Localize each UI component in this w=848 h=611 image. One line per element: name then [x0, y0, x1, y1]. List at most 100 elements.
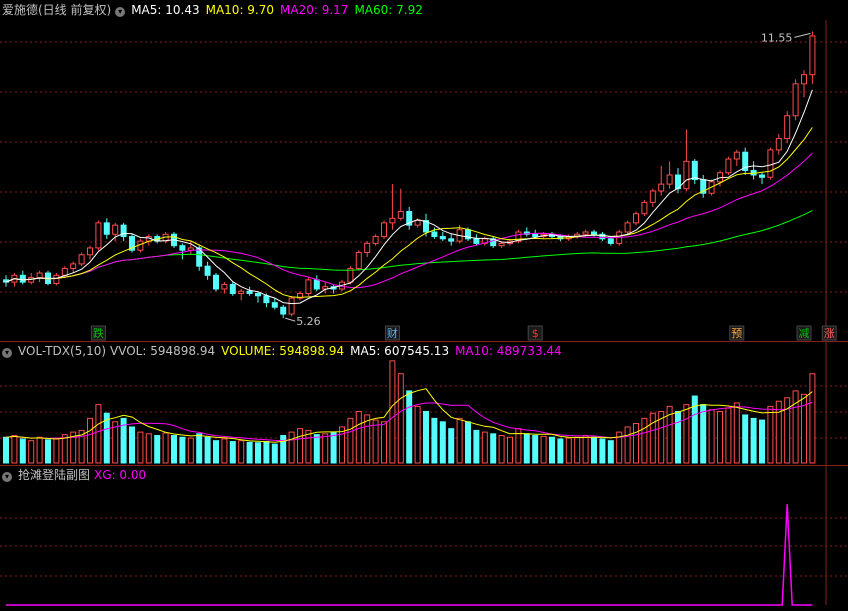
volume-bar-43 — [364, 414, 371, 464]
volume-bar-7 — [61, 434, 68, 464]
event-badge-label-4: 减 — [799, 327, 810, 340]
candle-body-86 — [725, 158, 732, 174]
volume-bar-85 — [717, 411, 723, 464]
candle-body-14 — [120, 224, 127, 238]
candle-body-32 — [271, 302, 278, 308]
candle-body-43 — [364, 242, 371, 254]
candle-body-91 — [767, 149, 774, 178]
candle-body-31 — [263, 295, 270, 304]
candle-body-11 — [95, 222, 102, 249]
ma5-value: MA5: 10.43 — [131, 3, 200, 17]
volume-bar-60 — [507, 436, 513, 464]
volume-bar-62 — [523, 433, 530, 464]
volume-value: VOLUME: 594898.94 — [221, 344, 345, 358]
volume-bar-13 — [112, 421, 119, 464]
volume-bar-66 — [557, 438, 564, 464]
candle-body-33 — [280, 306, 287, 315]
candle-body-12 — [103, 222, 110, 235]
candle-body-74 — [624, 222, 631, 233]
candle-body-34 — [288, 297, 295, 315]
volume-dropdown-icon[interactable]: ▾ — [2, 348, 12, 358]
candle-body-93 — [784, 115, 791, 140]
volume-bar-28 — [238, 440, 245, 464]
volume-bar-74 — [624, 426, 631, 464]
candle-body-28 — [238, 290, 245, 295]
volume-bar-6 — [53, 437, 60, 464]
volume-bar-55 — [465, 421, 471, 464]
candle-body-7 — [61, 267, 68, 276]
volume-bar-38 — [322, 433, 329, 464]
volume-indicator-name: VOL-TDX(5,10) — [18, 344, 107, 358]
high-marker-arrow — [794, 32, 811, 38]
volume-bar-57 — [481, 431, 488, 464]
candle-body-37 — [313, 279, 320, 290]
candle-body-94 — [792, 83, 799, 117]
volume-bar-1 — [11, 435, 18, 464]
volume-bar-20 — [171, 435, 177, 464]
volume-bar-0 — [3, 436, 9, 464]
volume-bar-45 — [381, 421, 387, 464]
volume-bar-81 — [683, 404, 690, 464]
candle-body-51 — [431, 231, 438, 238]
volume-bar-64 — [540, 435, 547, 464]
candle-body-92 — [775, 138, 782, 151]
volume-bar-35 — [297, 428, 303, 464]
vvol-value: VVOL: 594898.94 — [110, 344, 216, 358]
candle-body-82 — [691, 160, 698, 181]
volume-bar-4 — [36, 436, 43, 464]
volume-bar-80 — [675, 411, 681, 464]
sub-chart-dropdown-icon[interactable]: ▾ — [2, 472, 12, 482]
candle-body-90 — [759, 174, 765, 178]
volume-header: ▾ VOL-TDX(5,10) VVOL: 594898.94 VOLUME: 594… — [2, 343, 568, 359]
xg-value: XG: 0.00 — [94, 468, 147, 482]
volume-bar-96 — [809, 373, 816, 464]
candle-body-27 — [229, 283, 236, 295]
candle-body-44 — [372, 236, 379, 244]
volume-bar-87 — [733, 402, 740, 464]
volume-bar-2 — [19, 438, 26, 464]
volume-bar-46 — [389, 360, 396, 464]
volume-bar-40 — [339, 426, 345, 464]
stock-chart-canvas[interactable]: 11.55 5.26 跌 财 $ 预 减 涨 — [0, 0, 848, 611]
volume-bar-23 — [196, 433, 203, 464]
volume-bar-53 — [448, 428, 455, 464]
volume-bar-91 — [767, 405, 774, 464]
pane-divider-volume — [0, 465, 848, 466]
volume-bar-16 — [137, 431, 144, 464]
volume-bar-10 — [87, 417, 93, 464]
candle-body-42 — [355, 252, 362, 269]
sub-chart-name: 抢滩登陆副图 — [18, 468, 91, 482]
candle-body-53 — [448, 238, 455, 242]
candle-body-49 — [414, 220, 421, 226]
volume-bar-88 — [742, 414, 749, 464]
candle-body-47 — [397, 210, 404, 219]
ma20-value: MA20: 9.17 — [280, 3, 349, 17]
candle-body-24 — [204, 265, 211, 276]
volume-bar-27 — [229, 441, 236, 464]
volume-bar-17 — [145, 433, 152, 464]
volume-bar-32 — [271, 443, 278, 464]
candle-body-2 — [19, 274, 26, 283]
volume-bar-69 — [582, 435, 589, 464]
volume-bar-63 — [532, 435, 539, 464]
candle-body-81 — [683, 160, 690, 190]
volume-bar-48 — [406, 390, 413, 464]
volume-bar-67 — [565, 437, 572, 464]
volume-bar-50 — [423, 411, 429, 464]
volume-bar-49 — [414, 405, 421, 464]
volume-bar-70 — [591, 436, 597, 464]
volume-bar-68 — [574, 436, 581, 464]
volume-bar-51 — [431, 417, 438, 464]
volume-bar-37 — [313, 434, 320, 464]
settings-dropdown-icon[interactable]: ▾ — [115, 7, 126, 17]
volume-ma5-value: MA5: 607545.13 — [350, 344, 450, 358]
volume-bar-44 — [372, 419, 379, 464]
volume-bar-71 — [599, 438, 606, 464]
volume-bar-18 — [154, 435, 161, 464]
candle-body-63 — [532, 233, 539, 238]
volume-bar-5 — [45, 439, 51, 464]
main-chart-header: 爱施德(日线 前复权) ▾ MA5: 10.43 MA10: 9.70 MA20: 9.… — [2, 2, 429, 18]
volume-bar-75 — [633, 423, 639, 464]
volume-bar-42 — [355, 411, 362, 464]
candle-body-70 — [591, 231, 597, 235]
